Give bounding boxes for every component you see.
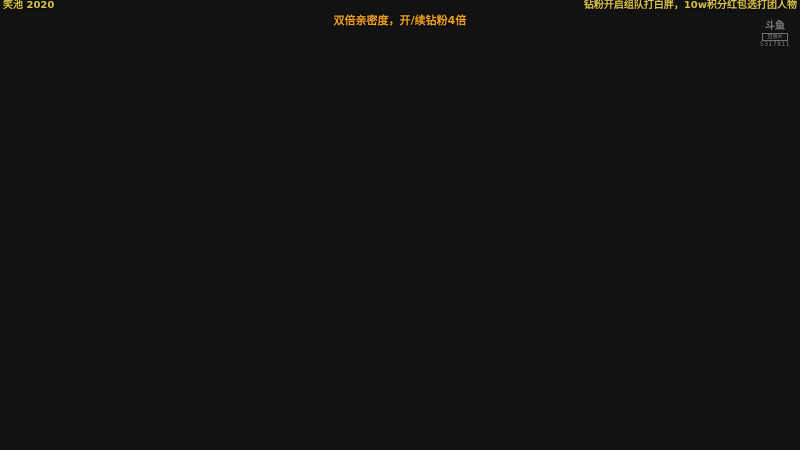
platform-watermark: 斗鱼 直播间 5317811 <box>758 21 792 49</box>
video-stage: 笑池 2020 钻粉开启组队打白胖，10w积分红包选打团人物 双倍亲密度，开/续… <box>0 0 800 450</box>
streamer-caption: 笑池 2020 <box>3 0 55 11</box>
promo-banner: 双倍亲密度，开/续钻粉4倍 <box>333 14 467 27</box>
watermark-logo: 斗鱼 <box>765 21 785 32</box>
watermark-box: 直播间 <box>762 33 788 41</box>
watermark-room-id: 5317811 <box>759 41 791 48</box>
announcement-caption: 钻粉开启组队打白胖，10w积分红包选打团人物 <box>583 0 797 11</box>
